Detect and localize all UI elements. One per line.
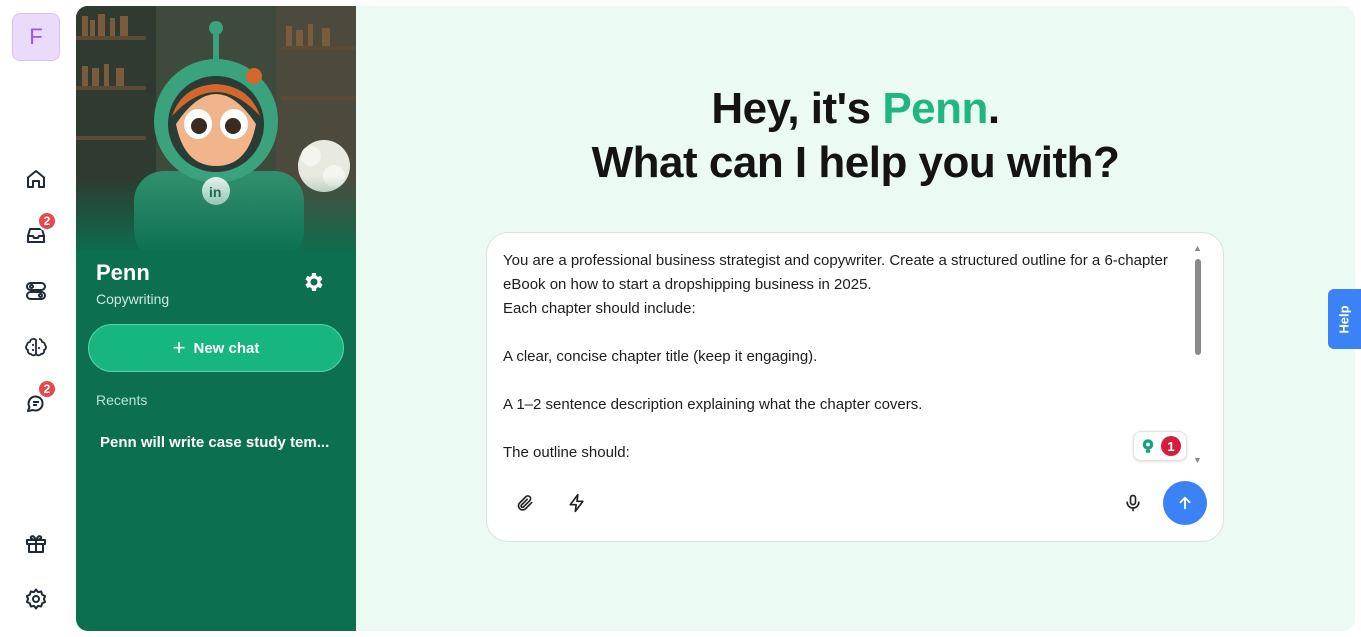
toggles-icon: [26, 282, 46, 300]
brain-button[interactable]: [20, 331, 52, 363]
recents-heading: Recents: [96, 392, 148, 408]
home-button[interactable]: [20, 163, 52, 195]
workspace-avatar[interactable]: F: [12, 13, 60, 61]
agent-avatar-illustration: in: [76, 6, 356, 251]
greeting-agent-name: Penn: [882, 84, 988, 133]
lightbulb-icon: [1142, 439, 1154, 453]
prompt-line: [503, 321, 1173, 345]
agent-role: Copywriting: [96, 291, 170, 307]
greeting-subtitle: What can I help you with?: [591, 138, 1120, 187]
prompt-line: [503, 369, 1173, 393]
prompt-line: The outline should:: [503, 444, 630, 461]
plus-icon: +: [172, 335, 186, 360]
prompt-line: A clear, concise chapter title (keep it …: [503, 348, 818, 365]
arrow-up-icon: [1179, 496, 1191, 510]
microphone-button[interactable]: [1119, 489, 1147, 517]
greeting-suffix: .: [987, 84, 1000, 133]
agent-name: Penn: [96, 260, 150, 285]
home-icon: [27, 170, 45, 188]
send-button[interactable]: [1163, 481, 1207, 525]
scrollbar-thumb[interactable]: [1195, 259, 1201, 355]
agent-panel: in Penn Copywriting + New chat Recents P…: [76, 6, 356, 631]
inbox-button[interactable]: 2: [20, 211, 57, 251]
help-tab[interactable]: Help: [1328, 289, 1361, 349]
chats-badge: 2: [37, 379, 57, 399]
paperclip-icon: [517, 495, 533, 511]
greeting-heading: Hey, it's Penn. What can I help you with…: [356, 82, 1355, 190]
scroll-up-arrow[interactable]: ▲: [1193, 243, 1203, 253]
microphone-icon: [1126, 494, 1140, 512]
inbox-badge: 2: [37, 211, 57, 231]
recent-chat-item[interactable]: Penn will write case study tem...: [100, 434, 336, 451]
settings-button[interactable]: [20, 583, 52, 615]
prompt-composer: You are a professional business strategi…: [486, 232, 1224, 542]
brain-icon: [25, 338, 47, 357]
new-chat-label: New chat: [193, 339, 260, 357]
gift-icon: [26, 535, 46, 553]
grammar-checker-widget[interactable]: 1: [1133, 431, 1187, 461]
prompt-line: [503, 417, 1173, 441]
help-label: Help: [1336, 304, 1352, 334]
prompt-textarea[interactable]: You are a professional business strategi…: [503, 249, 1173, 465]
quick-actions-button[interactable]: [563, 489, 591, 517]
lightning-icon: [569, 493, 584, 513]
gift-button[interactable]: [20, 528, 52, 560]
greeting-prefix: Hey, it's: [711, 84, 883, 133]
workflows-button[interactable]: [20, 275, 52, 307]
prompt-line: You are a professional business strategi…: [503, 252, 1168, 293]
prompt-line: Each chapter should include:: [503, 300, 696, 317]
agent-settings-button[interactable]: [302, 270, 326, 294]
chats-button[interactable]: 2: [20, 379, 57, 419]
gear-icon: [25, 588, 47, 610]
main-content: Hey, it's Penn. What can I help you with…: [356, 6, 1355, 631]
prompt-line: A 1–2 sentence description explaining wh…: [503, 396, 923, 413]
gear-icon: [305, 273, 323, 291]
left-rail: F 2 2: [0, 0, 72, 637]
greeting-line: Hey, it's Penn.: [356, 82, 1355, 136]
attach-button[interactable]: [511, 489, 539, 517]
new-chat-button[interactable]: + New chat: [88, 324, 344, 372]
suggestion-count-badge: 1: [1161, 436, 1181, 456]
scroll-down-arrow[interactable]: ▼: [1193, 455, 1203, 465]
